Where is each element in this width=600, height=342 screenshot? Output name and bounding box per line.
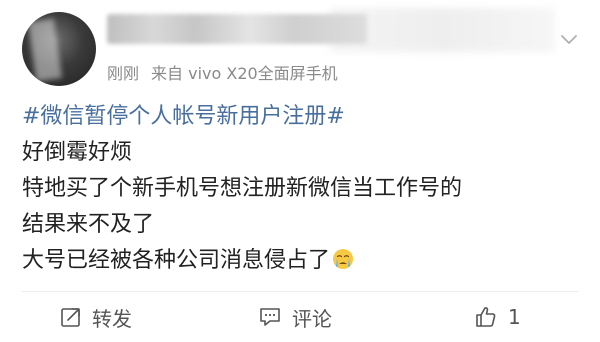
like-button[interactable]: 1: [474, 292, 521, 342]
avatar[interactable]: [22, 12, 96, 86]
comment-icon: [260, 308, 280, 326]
post-content: #微信暂停个人帐号新用户注册# 好倒霉好烦 特地买了个新手机号想注册新微信当工作…: [22, 99, 582, 279]
post-meta: 刚刚 来自 vivo X20全面屏手机: [107, 60, 338, 84]
repost-label: 转发: [92, 306, 132, 331]
username-blurred[interactable]: [107, 14, 367, 44]
crying-face-icon: [333, 249, 354, 269]
post-line-2: 特地买了个新手机号想注册新微信当工作号的: [22, 176, 463, 201]
post-line-1: 好倒霉好烦: [22, 140, 133, 165]
chevron-down-icon[interactable]: [560, 30, 578, 48]
post-line-4: 大号已经被各种公司消息侵占了: [22, 248, 331, 273]
topic-link[interactable]: #微信暂停个人帐号新用户注册#: [22, 99, 582, 135]
action-bar: 转发 评论 1: [0, 292, 600, 342]
repost-icon: [61, 308, 80, 327]
thumbs-up-icon: [476, 307, 496, 327]
comment-label: 评论: [292, 306, 332, 331]
comment-button[interactable]: 评论: [258, 292, 332, 342]
post-line-4-wrap: 大号已经被各种公司消息侵占了: [22, 243, 582, 279]
like-count: 1: [508, 305, 521, 329]
post-source: 来自 vivo X20全面屏手机: [151, 64, 338, 83]
post-line-3: 结果来不及了: [22, 212, 155, 237]
weibo-post-card: 刚刚 来自 vivo X20全面屏手机 #微信暂停个人帐号新用户注册# 好倒霉好烦…: [0, 0, 600, 342]
repost-button[interactable]: 转发: [60, 292, 132, 342]
post-time: 刚刚: [107, 64, 140, 83]
